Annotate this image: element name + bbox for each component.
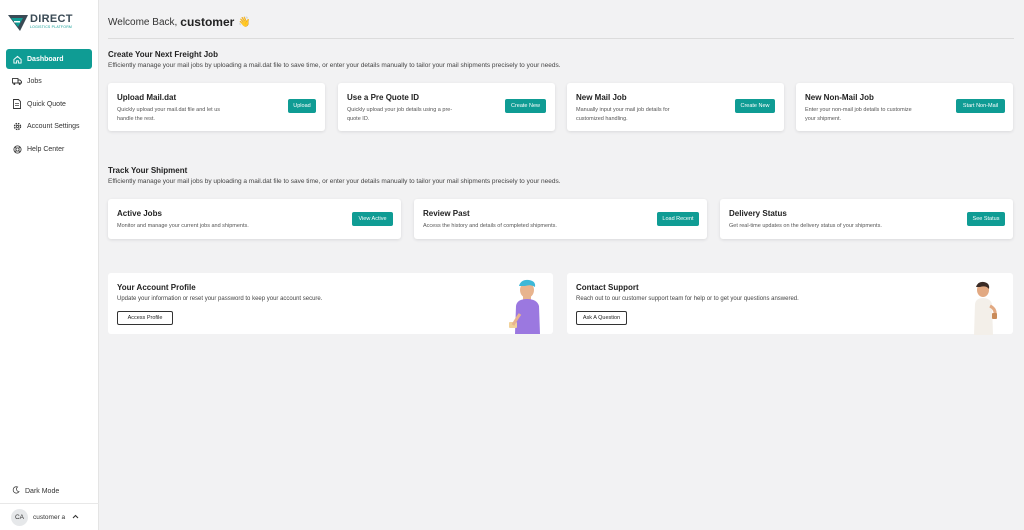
welcome-text: Welcome Back,: [108, 16, 178, 28]
card-description: Access the history and details of comple…: [423, 223, 557, 229]
sidebar-item-quick-quote[interactable]: Quick Quote: [6, 94, 92, 114]
lifebuoy-icon: [12, 144, 22, 154]
user-name: customer a: [33, 513, 66, 521]
divider: [108, 38, 1014, 39]
sidebar-item-help-center[interactable]: Help Center: [6, 139, 92, 159]
logo-mark-icon: [8, 15, 28, 31]
dark-mode-toggle[interactable]: Dark Mode: [12, 486, 59, 496]
account-profile-card: Your Account Profile Update your informa…: [108, 273, 553, 334]
moon-icon: [12, 486, 20, 496]
sidebar-item-dashboard[interactable]: Dashboard: [6, 49, 92, 69]
active-jobs-card: Active Jobs Monitor and manage your curr…: [108, 199, 401, 239]
track-section-title: Track Your Shipment: [108, 166, 188, 175]
upload-button[interactable]: Upload: [288, 99, 316, 113]
card-description: Enter your non-mail job details to custo…: [805, 107, 912, 122]
sidebar-item-label: Quick Quote: [27, 100, 66, 108]
sidebar-item-label: Jobs: [27, 77, 42, 85]
chevron-up-icon: [72, 514, 79, 521]
card-description: Quickly upload your mail.dat file and le…: [117, 107, 221, 122]
document-icon: [12, 99, 22, 109]
username: customer: [180, 15, 235, 29]
access-profile-button[interactable]: Access Profile: [117, 311, 173, 325]
card-title: Contact Support: [576, 283, 639, 292]
card-description: Monitor and manage your current jobs and…: [117, 223, 249, 229]
sidebar-item-label: Dashboard: [27, 55, 64, 63]
ask-question-button[interactable]: Ask A Question: [576, 311, 627, 325]
card-description: Reach out to our customer support team f…: [576, 296, 799, 302]
card-title: Your Account Profile: [117, 283, 196, 292]
sidebar-item-jobs[interactable]: Jobs: [6, 71, 92, 91]
card-description: Quickly upload your job details using a …: [347, 107, 453, 122]
waving-hand-icon: 👋: [238, 16, 251, 28]
welcome-message: Welcome Back, customer 👋: [108, 15, 251, 29]
create-section-description: Efficiently manage your mail jobs by upl…: [108, 62, 561, 69]
sidebar-item-account-settings[interactable]: Account Settings: [6, 116, 92, 136]
review-past-card: Review Past Access the history and detai…: [414, 199, 707, 239]
load-recent-button[interactable]: Load Recent: [657, 212, 699, 226]
delivery-status-card: Delivery Status Get real-time updates on…: [720, 199, 1013, 239]
truck-icon: [12, 76, 22, 86]
card-description: Update your information or reset your pa…: [117, 296, 323, 302]
gear-icon: [12, 121, 22, 131]
sidebar-item-label: Help Center: [27, 145, 65, 153]
brand-tagline: LOGISTICS PLATFORM: [30, 25, 73, 29]
card-title: Upload Mail.dat: [117, 93, 177, 102]
track-section-description: Efficiently manage your mail jobs by upl…: [108, 178, 561, 185]
avatar: CA: [11, 508, 28, 526]
support-person-illustration: [974, 281, 997, 335]
new-non-mail-job-card: New Non-Mail Job Enter your non-mail job…: [796, 83, 1013, 131]
card-title: Delivery Status: [729, 209, 787, 218]
pre-quote-card: Use a Pre Quote ID Quickly upload your j…: [338, 83, 555, 131]
card-description: Manually input your mail job details for…: [576, 107, 670, 122]
home-icon: [12, 54, 22, 64]
card-title: New Non-Mail Job: [805, 93, 874, 102]
sidebar: DIRECT LOGISTICS PLATFORM Dashboard Jobs…: [0, 0, 99, 530]
brand-logo[interactable]: DIRECT LOGISTICS PLATFORM: [8, 12, 92, 34]
pre-quote-create-button[interactable]: Create New: [505, 99, 546, 113]
brand-name: DIRECT: [30, 13, 73, 25]
profile-person-illustration: [509, 279, 540, 334]
card-description: Get real-time updates on the delivery st…: [729, 223, 882, 229]
card-title: Active Jobs: [117, 209, 162, 218]
contact-support-card: Contact Support Reach out to our custome…: [567, 273, 1013, 335]
mail-job-create-button[interactable]: Create New: [735, 99, 775, 113]
user-menu[interactable]: CA customer a: [0, 503, 99, 530]
start-non-mail-button[interactable]: Start Non-Mail: [956, 99, 1005, 113]
dark-mode-label: Dark Mode: [25, 487, 60, 495]
card-title: New Mail Job: [576, 93, 627, 102]
new-mail-job-card: New Mail Job Manually input your mail jo…: [567, 83, 784, 131]
see-status-button[interactable]: See Status: [967, 212, 1005, 226]
view-active-button[interactable]: View Active: [352, 212, 393, 226]
upload-maildat-card: Upload Mail.dat Quickly upload your mail…: [108, 83, 325, 131]
create-section-title: Create Your Next Freight Job: [108, 50, 218, 59]
sidebar-item-label: Account Settings: [27, 122, 80, 130]
card-title: Review Past: [423, 209, 470, 218]
card-title: Use a Pre Quote ID: [347, 93, 420, 102]
